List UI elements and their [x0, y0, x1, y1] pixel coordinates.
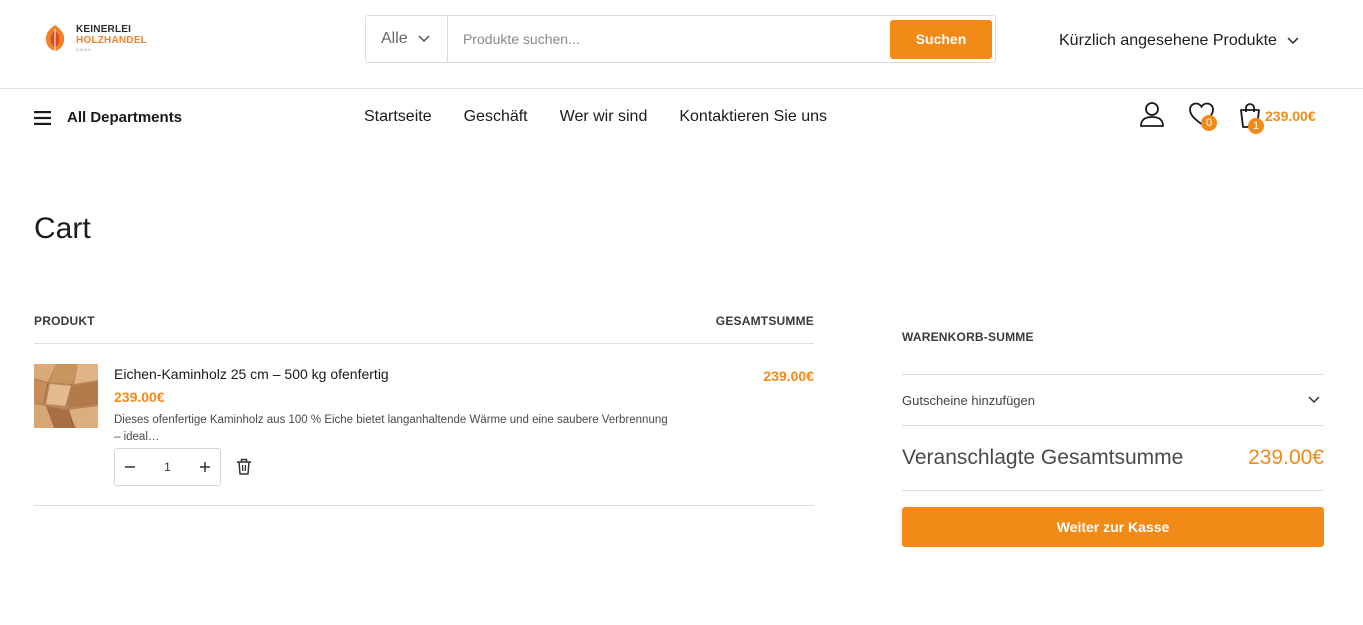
add-coupon-label: Gutscheine hinzufügen	[902, 392, 1035, 408]
nav-link-about[interactable]: Wer wir sind	[560, 108, 648, 126]
cart-count-badge: 1	[1248, 118, 1264, 134]
cart-total-amount: 239.00€	[1265, 108, 1316, 124]
product-description: Dieses ofenfertige Kaminholz aus 100 % E…	[114, 414, 668, 443]
wishlist-button[interactable]: 0	[1188, 101, 1217, 132]
header-actions: 0 1 239.00€	[1138, 100, 1316, 134]
quantity-increase-button[interactable]	[196, 457, 214, 478]
nav-links: Startseite Geschäft Wer wir sind Kontakt…	[364, 108, 859, 126]
quantity-decrease-button[interactable]	[121, 457, 139, 478]
estimated-total-value: 239.00€	[1248, 446, 1324, 469]
all-departments-label: All Departments	[67, 109, 183, 126]
user-icon	[1140, 101, 1164, 127]
nav-link-shop[interactable]: Geschäft	[464, 108, 528, 126]
column-header-product: PRODUKT	[34, 314, 95, 328]
firewood-image	[34, 364, 98, 428]
quantity-stepper	[114, 448, 221, 486]
minus-icon	[125, 465, 135, 468]
add-coupon-toggle[interactable]: Gutscheine hinzufügen	[902, 375, 1324, 426]
account-button[interactable]	[1138, 100, 1166, 133]
chevron-down-icon	[1308, 396, 1320, 404]
cart-table: PRODUKT GESAMTSUMME Eichen-Kaminholz 25 …	[34, 313, 814, 506]
product-unit-price: 239.00€	[114, 389, 165, 405]
checkout-button[interactable]: Weiter zur Kasse	[902, 507, 1324, 547]
search-button[interactable]: Suchen	[890, 19, 992, 59]
product-thumbnail[interactable]	[34, 364, 98, 428]
search-input[interactable]	[448, 16, 890, 62]
chevron-down-icon	[1287, 37, 1299, 45]
top-header: KEINERLEI HOLZHANDEL GMBH Alle Suchen Kü…	[0, 0, 1363, 89]
nav-link-home[interactable]: Startseite	[364, 108, 432, 126]
logo-name-line2: HOLZHANDEL	[76, 34, 147, 46]
estimated-total-row: Veranschlagte Gesamtsumme 239.00€	[902, 426, 1324, 491]
hamburger-menu-icon	[34, 110, 51, 125]
site-logo[interactable]: KEINERLEI HOLZHANDEL GMBH	[42, 24, 147, 52]
wishlist-count-badge: 0	[1201, 114, 1217, 131]
chevron-down-icon	[418, 35, 430, 43]
search-category-value: Alle	[381, 30, 408, 47]
page-title: Cart	[34, 212, 91, 245]
recently-viewed-dropdown[interactable]: Kürzlich angesehene Produkte	[1059, 32, 1299, 50]
remove-item-button[interactable]	[236, 458, 252, 480]
quantity-input[interactable]	[152, 460, 183, 474]
product-name-link[interactable]: Eichen-Kaminholz 25 cm – 500 kg ofenfert…	[114, 366, 389, 382]
cart-summary: WARENKORB-SUMME Gutscheine hinzufügen Ve…	[902, 330, 1324, 547]
search-bar: Alle Suchen	[365, 15, 996, 63]
recently-viewed-label: Kürzlich angesehene Produkte	[1059, 32, 1277, 49]
cart-button[interactable]: 1 239.00€	[1237, 102, 1316, 134]
search-category-select[interactable]: Alle	[366, 16, 448, 62]
all-departments-button[interactable]: All Departments	[34, 109, 182, 126]
leaf-logo-icon	[45, 25, 65, 51]
main-navigation: All Departments Startseite Geschäft Wer …	[0, 89, 1363, 147]
logo-name-line3: GMBH	[76, 46, 92, 52]
nav-link-contact[interactable]: Kontaktieren Sie uns	[679, 108, 827, 126]
estimated-total-label: Veranschlagte Gesamtsumme	[902, 446, 1184, 469]
cart-item-row: Eichen-Kaminholz 25 cm – 500 kg ofenfert…	[34, 344, 814, 506]
product-line-total: 239.00€	[763, 368, 814, 384]
logo-name-line1: KEINERLEI	[76, 23, 132, 35]
cart-table-header: PRODUKT GESAMTSUMME	[34, 313, 814, 344]
cart-summary-title: WARENKORB-SUMME	[902, 330, 1324, 375]
plus-icon	[200, 461, 210, 472]
trash-icon	[237, 458, 251, 475]
column-header-total: GESAMTSUMME	[715, 314, 814, 328]
